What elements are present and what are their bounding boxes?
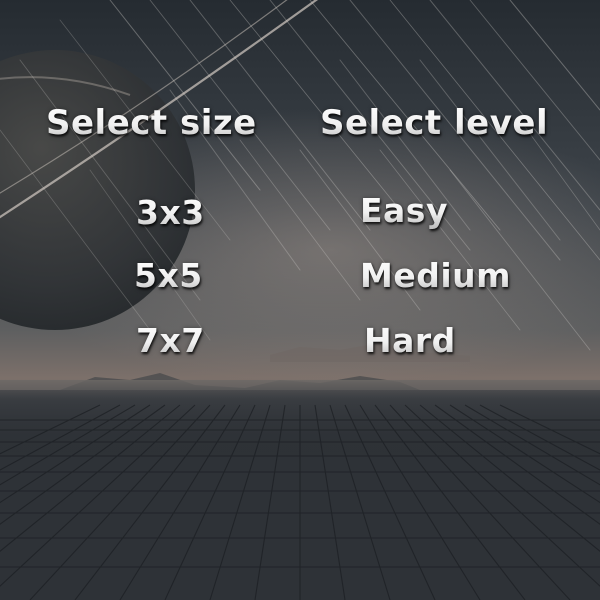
game-menu-screen: Select size Select level 3x3 5x5 7x7 Eas…: [0, 0, 600, 600]
size-option-7x7[interactable]: 7x7: [136, 321, 205, 360]
select-size-heading: Select size: [46, 103, 257, 143]
level-option-hard[interactable]: Hard: [364, 321, 456, 360]
level-option-medium[interactable]: Medium: [360, 256, 511, 295]
size-option-3x3[interactable]: 3x3: [136, 193, 205, 232]
space-background: [0, 0, 600, 600]
size-option-5x5[interactable]: 5x5: [134, 256, 203, 295]
select-level-heading: Select level: [320, 103, 549, 143]
level-option-easy[interactable]: Easy: [360, 191, 448, 230]
